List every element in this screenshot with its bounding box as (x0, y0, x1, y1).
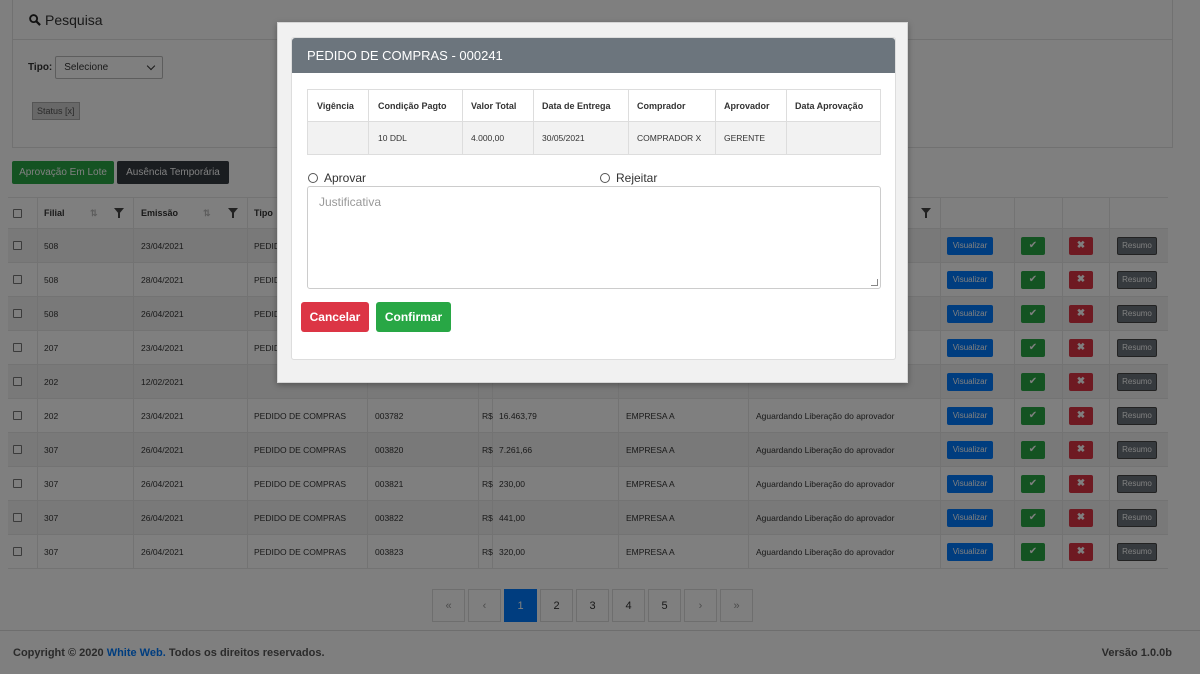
modal-value-cell: GERENTE (724, 133, 766, 143)
order-details-table: Vigência Condição Pagto Valor Total Data de… (307, 89, 881, 155)
rejeitar-option[interactable]: Rejeitar (600, 171, 657, 185)
order-details-header-row: Vigência Condição Pagto Valor Total Data de… (308, 90, 880, 122)
aprovar-radio[interactable] (308, 173, 318, 183)
modal-header-cell: Condição Pagto (378, 100, 447, 111)
justificativa-textarea[interactable]: Justificativa (307, 186, 881, 289)
cancel-button[interactable]: Cancelar (301, 302, 369, 332)
resize-handle-icon[interactable] (871, 279, 878, 286)
modal-header-cell: Comprador (637, 100, 686, 111)
order-details-data-row: 10 DDL 4.000,00 30/05/2021 COMPRADOR X GEREN… (308, 122, 880, 154)
aprovar-label: Aprovar (324, 171, 367, 185)
modal-header-cell: Data de Entrega (542, 100, 611, 111)
modal-header-cell: Aprovador (724, 100, 770, 111)
modal-value-cell: COMPRADOR X (637, 133, 702, 143)
justificativa-placeholder: Justificativa (319, 195, 382, 209)
aprovar-option[interactable]: Aprovar (308, 171, 366, 185)
modal-title: PEDIDO DE COMPRAS - 000241 (292, 38, 895, 73)
modal-value-cell: 30/05/2021 (542, 133, 585, 143)
modal-value-cell: 4.000,00 (471, 133, 505, 143)
modal-card: PEDIDO DE COMPRAS - 000241 Vigência Condi… (291, 37, 896, 360)
modal-header-cell: Valor Total (471, 100, 517, 111)
modal-header-cell: Data Aprovação (795, 100, 864, 111)
approval-modal: PEDIDO DE COMPRAS - 000241 Vigência Condi… (277, 22, 908, 383)
rejeitar-radio[interactable] (600, 173, 610, 183)
modal-value-cell: 10 DDL (378, 133, 407, 143)
confirm-button[interactable]: Confirmar (376, 302, 451, 332)
modal-header-cell: Vigência (317, 100, 354, 111)
rejeitar-label: Rejeitar (616, 171, 658, 185)
